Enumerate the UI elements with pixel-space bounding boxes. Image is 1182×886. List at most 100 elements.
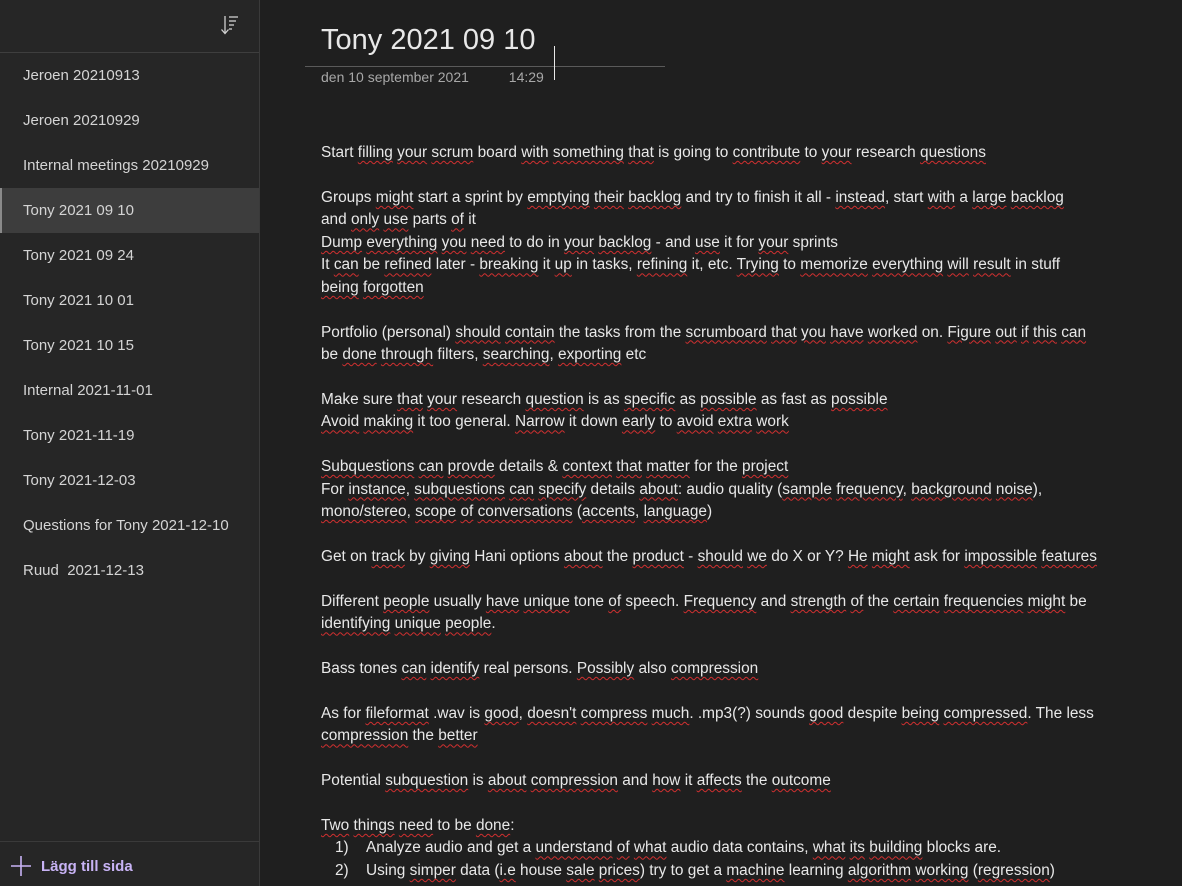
misspelled-word[interactable]: of [460, 503, 473, 520]
page-list-item[interactable]: Tony 2021-11-19 [0, 413, 259, 458]
page-list-item[interactable]: Tony 2021 09 24 [0, 233, 259, 278]
misspelled-word[interactable]: accents [582, 503, 635, 520]
misspelled-word[interactable]: only [351, 211, 379, 228]
misspelled-word[interactable]: might [872, 548, 910, 565]
page-list-item[interactable]: Questions for Tony 2021-12-10 [0, 503, 259, 548]
misspelled-word[interactable]: up [555, 256, 572, 273]
misspelled-word[interactable]: compression [671, 660, 758, 677]
misspelled-word[interactable]: giving [430, 548, 470, 565]
misspelled-word[interactable]: backlog [1011, 189, 1064, 206]
misspelled-word[interactable]: what [634, 839, 667, 856]
misspelled-word[interactable]: He [848, 548, 868, 565]
misspelled-word[interactable]: should [455, 324, 500, 341]
misspelled-word[interactable]: algorithm [848, 862, 911, 879]
misspelled-word[interactable]: compress [581, 705, 648, 722]
page-list-item[interactable]: Tony 2021 10 01 [0, 278, 259, 323]
misspelled-word[interactable]: about [564, 548, 603, 565]
misspelled-word[interactable]: strength [791, 593, 847, 610]
note-paragraph[interactable]: Get on track by giving Hani options abou… [321, 546, 1176, 569]
misspelled-word[interactable]: Possibly [577, 660, 634, 677]
misspelled-word[interactable]: your [427, 391, 457, 408]
misspelled-word[interactable]: language [644, 503, 707, 520]
misspelled-word[interactable]: if [1021, 324, 1029, 341]
misspelled-word[interactable]: breaking [479, 256, 538, 273]
misspelled-word[interactable]: about [639, 481, 678, 498]
misspelled-word[interactable]: might [1028, 593, 1066, 610]
misspelled-word[interactable]: Frequency [684, 593, 757, 610]
misspelled-word[interactable]: can [334, 256, 359, 273]
numbered-list-item[interactable]: 1) Analyze audio and get a understand of … [321, 837, 1176, 860]
misspelled-word[interactable]: understand [536, 839, 613, 856]
misspelled-word[interactable]: machine [726, 862, 784, 879]
misspelled-word[interactable]: building [869, 839, 922, 856]
misspelled-word[interactable]: we [747, 548, 767, 565]
misspelled-word[interactable]: can [509, 481, 534, 498]
misspelled-word[interactable]: identify [431, 660, 480, 677]
misspelled-word[interactable]: provde [448, 458, 495, 475]
misspelled-word[interactable]: prices [599, 862, 640, 879]
misspelled-word[interactable]: matter [646, 458, 690, 475]
note-paragraph[interactable]: Subquestions can provde details & contex… [321, 456, 1176, 524]
misspelled-word[interactable]: compression [321, 727, 408, 744]
misspelled-word[interactable]: filling [358, 144, 393, 161]
misspelled-word[interactable]: that [771, 324, 797, 341]
misspelled-word[interactable]: something [553, 144, 624, 161]
misspelled-word[interactable]: instance [348, 481, 405, 498]
misspelled-word[interactable]: outcome [772, 772, 831, 789]
sort-descending-icon[interactable] [218, 13, 242, 37]
misspelled-word[interactable]: your [397, 144, 427, 161]
page-list-item[interactable]: Internal meetings 20210929 [0, 143, 259, 188]
misspelled-word[interactable]: scrum [431, 144, 473, 161]
misspelled-word[interactable]: track [372, 548, 405, 565]
page-title-field[interactable]: Tony 2021 09 10 [305, 22, 665, 80]
misspelled-word[interactable]: affects [697, 772, 742, 789]
misspelled-word[interactable]: worked [868, 324, 918, 341]
misspelled-word[interactable]: being [902, 705, 940, 722]
misspelled-word[interactable]: have [486, 593, 519, 610]
note-paragraph[interactable]: Bass tones can identify real persons. Po… [321, 658, 1176, 681]
misspelled-word[interactable]: this [1033, 324, 1057, 341]
misspelled-word[interactable]: everything [872, 256, 943, 273]
misspelled-word[interactable]: contain [505, 324, 555, 341]
misspelled-word[interactable]: Trying [737, 256, 779, 273]
note-paragraph[interactable]: Start filling your scrum board with some… [321, 142, 1176, 165]
misspelled-word[interactable]: of [608, 593, 621, 610]
misspelled-word[interactable]: you [801, 324, 826, 341]
misspelled-word[interactable]: background [911, 481, 991, 498]
misspelled-word[interactable]: frequency [836, 481, 902, 498]
note-paragraph[interactable]: Groups might start a sprint by emptying … [321, 187, 1176, 300]
misspelled-word[interactable]: good [809, 705, 843, 722]
misspelled-word[interactable]: backlog [598, 234, 651, 251]
misspelled-word[interactable]: about [488, 772, 527, 789]
misspelled-word[interactable]: instead [835, 189, 885, 206]
page-list-item[interactable]: Tony 2021 09 10 [0, 188, 259, 233]
misspelled-word[interactable]: possible [831, 391, 887, 408]
misspelled-word[interactable]: regression [978, 862, 1050, 879]
misspelled-word[interactable]: Two [321, 817, 349, 834]
misspelled-word[interactable]: result [973, 256, 1011, 273]
misspelled-word[interactable]: extra [718, 413, 752, 430]
misspelled-word[interactable]: unique [395, 615, 441, 632]
misspelled-word[interactable]: possible [700, 391, 756, 408]
misspelled-word[interactable]: certain [893, 593, 939, 610]
misspelled-word[interactable]: doesn't [527, 705, 576, 722]
misspelled-word[interactable]: should [698, 548, 743, 565]
misspelled-word[interactable]: exporting [558, 346, 621, 363]
misspelled-word[interactable]: subquestion [385, 772, 468, 789]
note-paragraph[interactable]: Make sure that your research question is… [321, 389, 1176, 434]
misspelled-word[interactable]: simper [410, 862, 456, 879]
misspelled-word[interactable]: Subquestions [321, 458, 414, 475]
misspelled-word[interactable]: its [850, 839, 865, 856]
misspelled-word[interactable]: refined [384, 256, 431, 273]
misspelled-word[interactable]: can [1061, 324, 1086, 341]
note-paragraph[interactable]: Different people usually have unique ton… [321, 591, 1176, 636]
misspelled-word[interactable]: with [928, 189, 955, 206]
misspelled-word[interactable]: conversations [478, 503, 573, 520]
misspelled-word[interactable]: better [438, 727, 477, 744]
misspelled-word[interactable]: mono/stereo [321, 503, 407, 520]
misspelled-word[interactable]: avoid [677, 413, 714, 430]
misspelled-word[interactable]: frequencies [944, 593, 1024, 610]
misspelled-word[interactable]: need [399, 817, 433, 834]
misspelled-word[interactable]: your [822, 144, 852, 161]
misspelled-word[interactable]: compression [531, 772, 618, 789]
